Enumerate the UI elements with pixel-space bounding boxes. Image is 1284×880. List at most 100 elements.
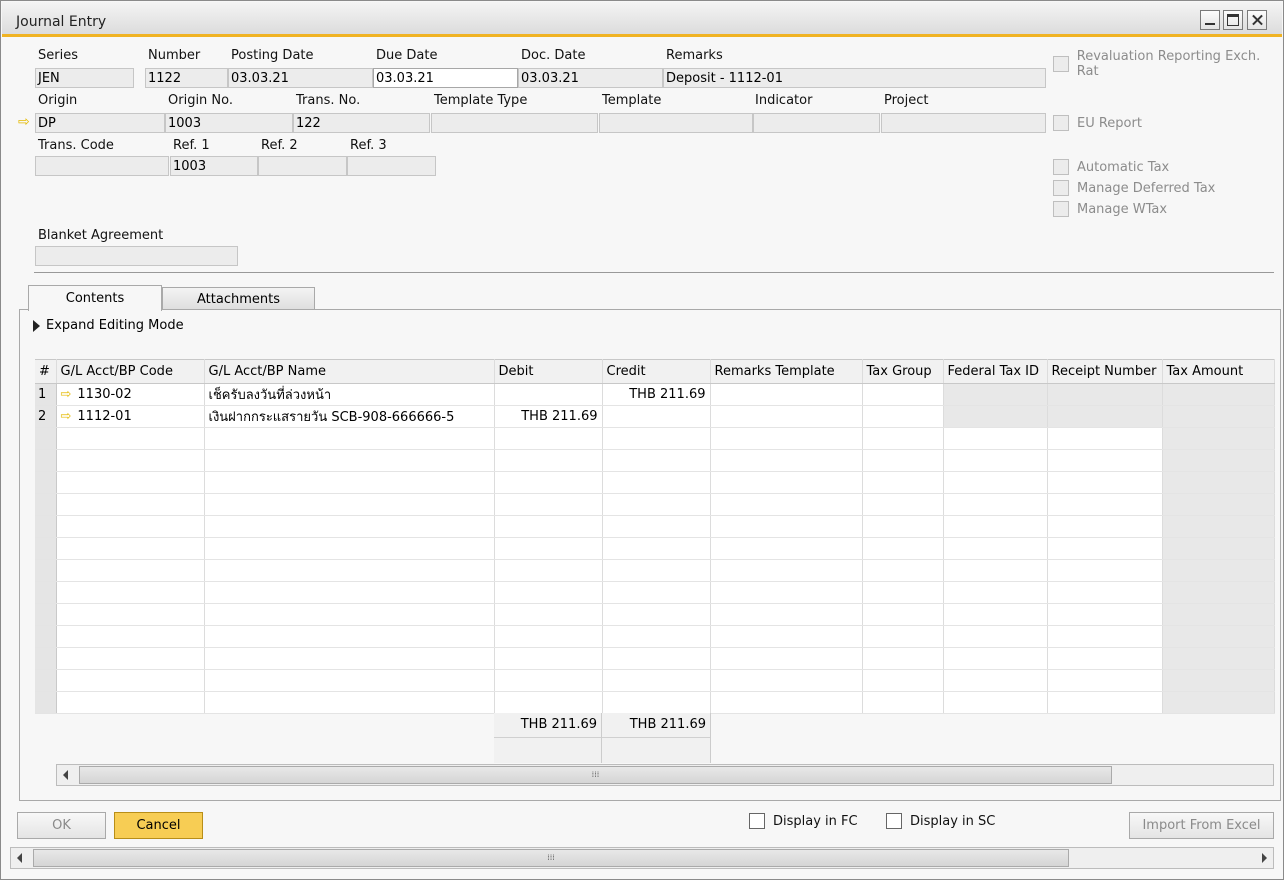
- tax-amount-cell[interactable]: [1162, 427, 1275, 450]
- remarks-template-cell[interactable]: [710, 625, 863, 648]
- remarks-template-cell[interactable]: [710, 427, 863, 450]
- credit-cell[interactable]: [602, 581, 711, 604]
- gl-code-cell[interactable]: [56, 493, 205, 516]
- receipt-number-cell[interactable]: [1047, 603, 1163, 626]
- receipt-number-cell[interactable]: [1047, 647, 1163, 670]
- blanket-agreement-field[interactable]: [35, 246, 238, 266]
- col-header-credit[interactable]: Credit: [602, 359, 711, 384]
- gl-name-cell[interactable]: [204, 647, 495, 670]
- row-number[interactable]: [35, 603, 57, 626]
- federal-tax-id-cell[interactable]: [943, 669, 1048, 692]
- row-number[interactable]: [35, 471, 57, 494]
- credit-cell[interactable]: [602, 515, 711, 538]
- tax-group-cell[interactable]: [862, 603, 944, 626]
- gl-name-cell[interactable]: [204, 625, 495, 648]
- origin-no-field[interactable]: 1003: [165, 113, 293, 133]
- credit-cell[interactable]: [602, 471, 711, 494]
- credit-cell[interactable]: [602, 691, 711, 714]
- tax-group-cell[interactable]: [862, 647, 944, 670]
- table-row[interactable]: 2 ⇨ 1112-01 เงินฝากกระแสรายวัน SCB-908-66…: [35, 405, 1275, 428]
- remarks-template-cell[interactable]: [710, 647, 863, 670]
- display-sc-checkbox-box[interactable]: [886, 813, 902, 829]
- gl-name-cell[interactable]: เช็ครับลงวันที่ล่วงหน้า: [204, 383, 495, 406]
- tax-group-cell[interactable]: [862, 537, 944, 560]
- tax-amount-cell[interactable]: [1162, 691, 1275, 714]
- receipt-number-cell[interactable]: [1047, 427, 1163, 450]
- trans-code-field[interactable]: [35, 156, 169, 176]
- federal-tax-id-cell[interactable]: [943, 493, 1048, 516]
- receipt-number-cell[interactable]: [1047, 537, 1163, 560]
- tax-group-cell[interactable]: [862, 691, 944, 714]
- credit-cell[interactable]: [602, 493, 711, 516]
- automatic-tax-checkbox-box[interactable]: [1053, 159, 1069, 175]
- table-row[interactable]: 1 ⇨ 1130-02 เช็ครับลงวันที่ล่วงหน้า THB 2…: [35, 383, 1275, 406]
- row-number[interactable]: [35, 449, 57, 472]
- gl-code-cell[interactable]: [56, 669, 205, 692]
- empty-table-row[interactable]: [35, 647, 1275, 670]
- tax-group-cell[interactable]: [862, 669, 944, 692]
- minimize-button[interactable]: [1200, 10, 1220, 30]
- debit-cell[interactable]: [494, 603, 603, 626]
- gl-name-cell[interactable]: [204, 691, 495, 714]
- empty-table-row[interactable]: [35, 603, 1275, 626]
- gl-name-cell[interactable]: [204, 515, 495, 538]
- remarks-template-cell[interactable]: [710, 383, 863, 406]
- remarks-template-cell[interactable]: [710, 471, 863, 494]
- row-number[interactable]: [35, 581, 57, 604]
- receipt-number-cell[interactable]: [1047, 493, 1163, 516]
- row-number[interactable]: [35, 537, 57, 560]
- tax-amount-cell[interactable]: [1162, 537, 1275, 560]
- posting-date-field[interactable]: 03.03.21: [228, 68, 373, 88]
- manage-deferred-tax-checkbox[interactable]: Manage Deferred Tax: [1053, 180, 1215, 196]
- manage-wtax-checkbox-box[interactable]: [1053, 201, 1069, 217]
- receipt-number-cell[interactable]: [1047, 669, 1163, 692]
- federal-tax-id-cell[interactable]: [943, 515, 1048, 538]
- gl-code-cell[interactable]: ⇨ 1112-01: [56, 405, 205, 428]
- col-header-receipt-number[interactable]: Receipt Number: [1047, 359, 1163, 384]
- origin-arrow-icon[interactable]: ⇨: [18, 114, 30, 130]
- debit-cell[interactable]: THB 211.69: [494, 405, 603, 428]
- maximize-button[interactable]: [1223, 10, 1243, 30]
- federal-tax-id-cell[interactable]: [943, 581, 1048, 604]
- empty-table-row[interactable]: [35, 537, 1275, 560]
- col-header-num[interactable]: #: [35, 359, 57, 384]
- credit-cell[interactable]: [602, 647, 711, 670]
- tax-group-cell[interactable]: [862, 625, 944, 648]
- remarks-template-cell[interactable]: [710, 537, 863, 560]
- federal-tax-id-cell[interactable]: [943, 691, 1048, 714]
- empty-table-row[interactable]: [35, 625, 1275, 648]
- col-header-debit[interactable]: Debit: [494, 359, 603, 384]
- empty-table-row[interactable]: [35, 427, 1275, 450]
- tax-group-cell[interactable]: [862, 515, 944, 538]
- tax-amount-cell[interactable]: [1162, 559, 1275, 582]
- empty-table-row[interactable]: [35, 581, 1275, 604]
- debit-cell[interactable]: [494, 691, 603, 714]
- debit-cell[interactable]: [494, 669, 603, 692]
- manage-wtax-checkbox[interactable]: Manage WTax: [1053, 201, 1167, 217]
- row-number[interactable]: [35, 647, 57, 670]
- credit-cell[interactable]: [602, 625, 711, 648]
- receipt-number-cell[interactable]: [1047, 581, 1163, 604]
- ref3-field[interactable]: [347, 156, 436, 176]
- credit-cell[interactable]: [602, 669, 711, 692]
- tax-group-cell[interactable]: [862, 405, 944, 428]
- tax-group-cell[interactable]: [862, 559, 944, 582]
- scroll-right-arrow-icon[interactable]: [1262, 853, 1267, 863]
- origin-field[interactable]: DP: [35, 113, 165, 133]
- remarks-template-cell[interactable]: [710, 405, 863, 428]
- display-fc-checkbox-box[interactable]: [749, 813, 765, 829]
- federal-tax-id-cell[interactable]: [943, 537, 1048, 560]
- tax-amount-cell[interactable]: [1162, 471, 1275, 494]
- gl-code-cell[interactable]: [56, 581, 205, 604]
- tax-amount-cell[interactable]: [1162, 669, 1275, 692]
- remarks-template-cell[interactable]: [710, 581, 863, 604]
- empty-table-row[interactable]: [35, 669, 1275, 692]
- indicator-field[interactable]: [753, 113, 880, 133]
- tax-group-cell[interactable]: [862, 471, 944, 494]
- tax-amount-cell[interactable]: [1162, 603, 1275, 626]
- empty-table-row[interactable]: [35, 493, 1275, 516]
- link-arrow-icon[interactable]: ⇨: [61, 387, 72, 402]
- tab-attachments[interactable]: Attachments: [162, 287, 315, 310]
- gl-code-cell[interactable]: [56, 625, 205, 648]
- col-header-gl-name[interactable]: G/L Acct/BP Name: [204, 359, 495, 384]
